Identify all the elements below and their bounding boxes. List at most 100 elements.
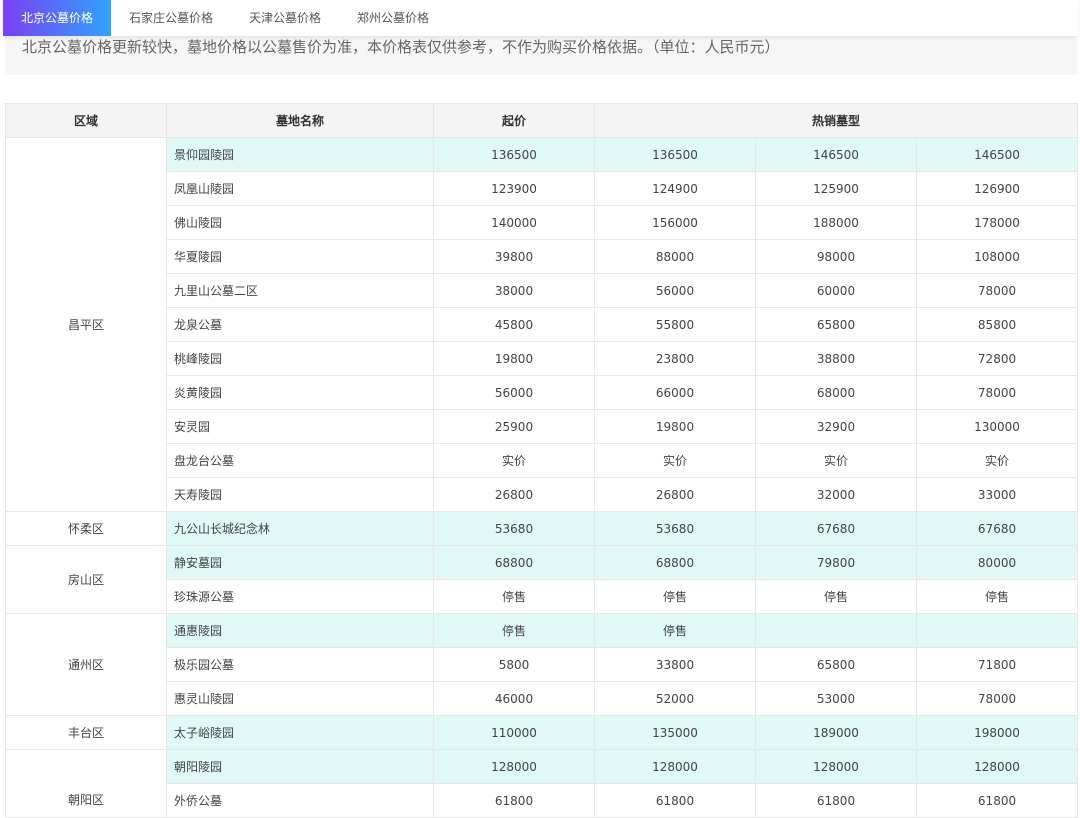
hot-type-price: 33000 xyxy=(915,477,1079,512)
city-tabs: 北京公墓价格 石家庄公墓价格 天津公墓价格 郑州公墓价格 xyxy=(0,0,1078,36)
tab-tianjin[interactable]: 天津公墓价格 xyxy=(231,0,339,36)
start-price: 25900 xyxy=(433,409,595,444)
hot-type-price: 98000 xyxy=(755,239,917,274)
start-price: 110000 xyxy=(433,715,595,750)
cemetery-name: 佛山陵园 xyxy=(166,205,434,240)
table-row: 桃峰陵园 19800 23800 38800 72800 xyxy=(6,341,1079,376)
cemetery-name: 通惠陵园 xyxy=(166,613,434,648)
hot-type-price: 停售 xyxy=(594,579,756,614)
hot-type-price: 88000 xyxy=(594,239,756,274)
table-row: 盘龙台公墓 实价 实价 实价 实价 xyxy=(6,443,1079,478)
hot-type-price: 71800 xyxy=(915,647,1079,682)
hot-type-price xyxy=(755,613,917,648)
hot-type-price: 128000 xyxy=(594,749,756,784)
hot-type-price: 53680 xyxy=(594,511,756,546)
start-price: 61800 xyxy=(433,783,595,818)
table-row: 炎黄陵园 56000 66000 68000 78000 xyxy=(6,375,1079,410)
hot-type-price: 198000 xyxy=(915,715,1079,750)
hot-type-price: 78000 xyxy=(915,375,1079,410)
header-start-price: 起价 xyxy=(433,103,595,138)
start-price: 39800 xyxy=(433,239,595,274)
tab-beijing[interactable]: 北京公墓价格 xyxy=(3,0,112,36)
table-row: 通州区 通惠陵园 停售 停售 xyxy=(5,613,1079,716)
hot-type-price: 60000 xyxy=(755,273,917,308)
hot-type-price: 189000 xyxy=(755,715,917,750)
tab-zhengzhou[interactable]: 郑州公墓价格 xyxy=(339,0,447,36)
cemetery-name: 龙泉公墓 xyxy=(166,307,434,342)
hot-type-price: 130000 xyxy=(915,409,1079,444)
hot-type-price: 78000 xyxy=(915,273,1079,308)
table-row: 怀柔区 九公山长城纪念林 53680 53680 67680 67680 xyxy=(5,511,1079,546)
hot-type-price: 32000 xyxy=(755,477,917,512)
cemetery-name: 景仰园陵园 xyxy=(166,137,434,172)
hot-type-price: 188000 xyxy=(755,205,917,240)
hot-type-price: 23800 xyxy=(594,341,756,376)
cemetery-name: 安灵园 xyxy=(166,409,434,444)
price-table: 区域 墓地名称 起价 热销墓型 昌平区 景仰园陵园 136500 136500 1465… xyxy=(5,103,1079,818)
table-row: 佛山陵园 140000 156000 188000 178000 xyxy=(6,205,1079,240)
hot-type-price: 停售 xyxy=(915,579,1079,614)
cemetery-name: 外侨公墓 xyxy=(166,783,434,818)
start-price: 38000 xyxy=(433,273,595,308)
cemetery-name: 静安墓园 xyxy=(166,545,434,580)
hot-type-price: 38800 xyxy=(755,341,917,376)
start-price: 5800 xyxy=(433,647,595,682)
hot-type-price xyxy=(915,613,1079,648)
hot-type-price: 79800 xyxy=(755,545,917,580)
hot-type-price: 61800 xyxy=(915,783,1079,818)
cemetery-name: 桃峰陵园 xyxy=(166,341,434,376)
hot-type-price: 实价 xyxy=(594,443,756,478)
hot-type-price: 65800 xyxy=(755,647,917,682)
table-row: 极乐园公墓 5800 33800 65800 71800 xyxy=(6,647,1079,682)
hot-type-price: 26800 xyxy=(594,477,756,512)
start-price: 停售 xyxy=(433,579,595,614)
table-row: 安灵园 25900 19800 32900 130000 xyxy=(6,409,1079,444)
hot-type-price: 78000 xyxy=(915,681,1079,716)
table-row: 天寿陵园 26800 26800 32000 33000 xyxy=(6,477,1079,512)
hot-type-price: 128000 xyxy=(755,749,917,784)
table-row: 朝阳区 朝阳陵园 128000 128000 128000 128000 xyxy=(5,749,1079,818)
hot-type-price: 56000 xyxy=(594,273,756,308)
hot-type-price: 61800 xyxy=(755,783,917,818)
cemetery-name: 九里山公墓二区 xyxy=(166,273,434,308)
start-price: 19800 xyxy=(433,341,595,376)
cemetery-name: 炎黄陵园 xyxy=(166,375,434,410)
table-row: 丰台区 太子峪陵园 110000 135000 189000 198000 xyxy=(5,715,1079,750)
start-price: 123900 xyxy=(433,171,595,206)
cemetery-name: 盘龙台公墓 xyxy=(166,443,434,478)
cemetery-name: 珍珠源公墓 xyxy=(166,579,434,614)
hot-type-price: 32900 xyxy=(755,409,917,444)
cemetery-name: 太子峪陵园 xyxy=(166,715,434,750)
hot-type-price: 135000 xyxy=(594,715,756,750)
hot-type-price: 156000 xyxy=(594,205,756,240)
hot-type-price: 178000 xyxy=(915,205,1079,240)
table-row: 凤凰山陵园 123900 124900 125900 126900 xyxy=(6,171,1079,206)
hot-type-price: 61800 xyxy=(594,783,756,818)
start-price: 停售 xyxy=(433,613,595,648)
hot-type-price: 128000 xyxy=(915,749,1079,784)
table-row: 珍珠源公墓 停售 停售 停售 停售 xyxy=(6,579,1079,614)
hot-type-price: 65800 xyxy=(755,307,917,342)
region-cell: 昌平区 xyxy=(5,137,167,512)
hot-type-price: 停售 xyxy=(594,613,756,648)
hot-type-price: 19800 xyxy=(594,409,756,444)
cemetery-name: 华夏陵园 xyxy=(166,239,434,274)
tab-shijiazhuang[interactable]: 石家庄公墓价格 xyxy=(111,0,231,36)
cemetery-name: 九公山长城纪念林 xyxy=(166,511,434,546)
table-header: 区域 墓地名称 起价 热销墓型 xyxy=(5,103,1079,138)
hot-type-price: 67680 xyxy=(755,511,917,546)
start-price: 56000 xyxy=(433,375,595,410)
cemetery-name: 极乐园公墓 xyxy=(166,647,434,682)
hot-type-price: 68800 xyxy=(594,545,756,580)
hot-type-price: 146500 xyxy=(755,137,917,172)
hot-type-price: 136500 xyxy=(594,137,756,172)
hot-type-price: 66000 xyxy=(594,375,756,410)
table-row: 华夏陵园 39800 88000 98000 108000 xyxy=(6,239,1079,274)
header-hot-types: 热销墓型 xyxy=(593,103,1079,138)
hot-type-price: 52000 xyxy=(594,681,756,716)
cemetery-name: 惠灵山陵园 xyxy=(166,681,434,716)
hot-type-price: 108000 xyxy=(915,239,1079,274)
hot-type-price: 126900 xyxy=(915,171,1079,206)
start-price: 53680 xyxy=(433,511,595,546)
start-price: 实价 xyxy=(433,443,595,478)
